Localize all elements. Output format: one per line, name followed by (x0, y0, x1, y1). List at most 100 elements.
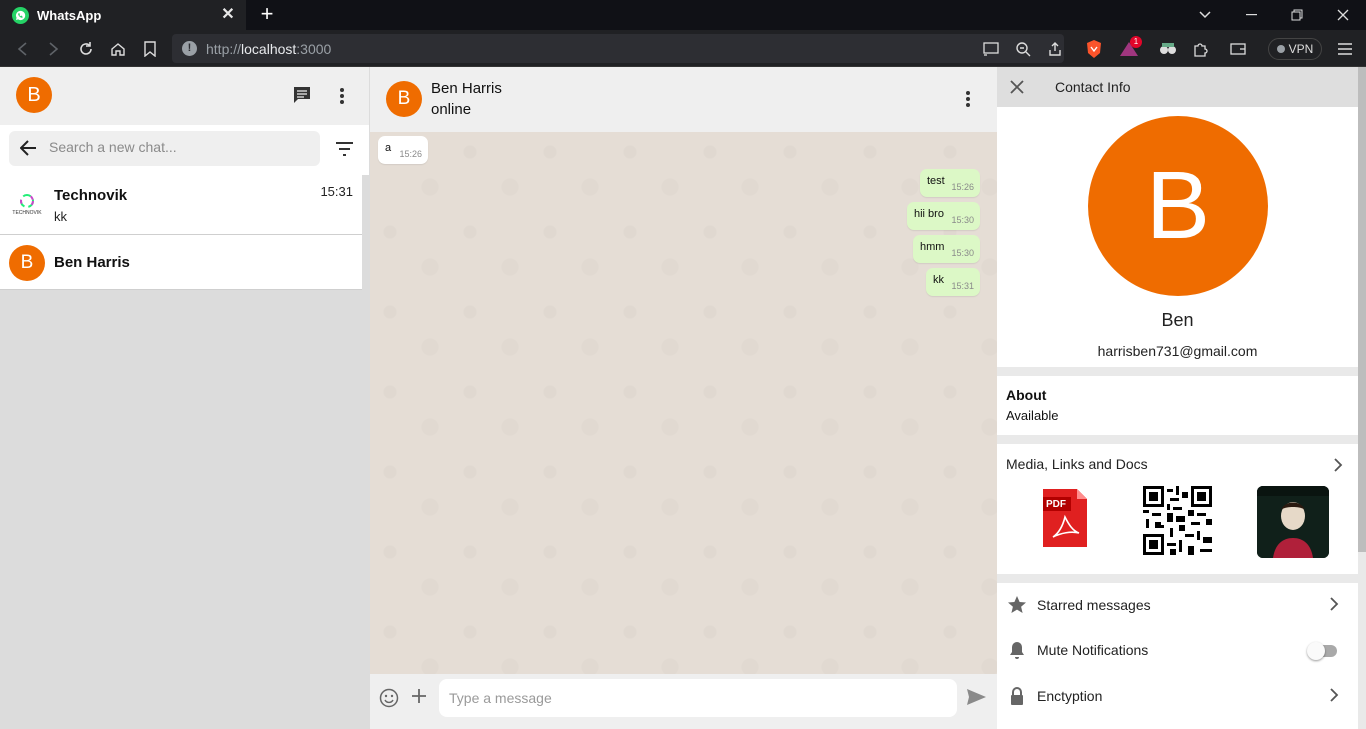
sidebar-header: B (0, 67, 369, 125)
starred-messages-option[interactable]: Starred messages (997, 583, 1358, 628)
chat-list-item[interactable]: B Ben Harris (0, 235, 362, 290)
message-time: 15:31 (951, 281, 974, 291)
technovik-logo: TECHNOVIK (10, 189, 44, 221)
conversation-header[interactable]: B Ben Harris online (370, 67, 997, 132)
back-icon[interactable] (11, 38, 33, 60)
pdf-thumbnail[interactable]: PDF (1043, 489, 1087, 547)
starred-messages-label: Starred messages (1037, 597, 1151, 613)
message-bubble-outgoing[interactable]: hii bro 15:30 (907, 202, 980, 230)
forward-icon[interactable] (43, 38, 65, 60)
bell-icon (1007, 640, 1027, 660)
hamburger-menu-icon[interactable] (1334, 38, 1356, 60)
search-box (9, 131, 320, 166)
bookmark-icon[interactable] (139, 38, 161, 60)
contact-info-header: Contact Info (997, 67, 1358, 107)
browser-toolbar: ! http://localhost:3000 1 VPN (0, 30, 1366, 67)
mute-toggle[interactable] (1307, 642, 1339, 660)
search-bar (0, 125, 369, 175)
message-time: 15:26 (399, 149, 422, 159)
contact-avatar[interactable]: B (386, 81, 422, 117)
contact-profile-card: B Ben harrisben731@gmail.com (997, 107, 1358, 367)
image-thumbnail[interactable] (1257, 486, 1329, 558)
new-tab-button[interactable]: + (256, 3, 278, 26)
address-bar[interactable]: ! http://localhost:3000 (172, 34, 1064, 63)
contact-info-email: harrisben731@gmail.com (1097, 343, 1258, 359)
tab-title: WhatsApp (37, 7, 102, 23)
search-input[interactable] (49, 139, 309, 155)
rewards-badge: 1 (1130, 36, 1142, 48)
message-bubble-outgoing[interactable]: hmm 15:30 (913, 235, 980, 263)
messages-area: a 15:26 test 15:26 hii bro 15:30 hmm 15:… (370, 132, 997, 674)
chat-name: Technovik (54, 187, 128, 204)
message-text: hii bro (914, 208, 944, 220)
zoom-icon[interactable] (1012, 38, 1034, 60)
back-arrow-icon[interactable] (19, 140, 37, 161)
whatsapp-favicon-icon (12, 6, 29, 24)
conversation-menu-icon[interactable] (959, 88, 977, 115)
scrollbar-thumb[interactable] (1358, 67, 1366, 552)
site-info-icon[interactable]: ! (182, 41, 197, 56)
message-bubble-outgoing[interactable]: kk 15:31 (926, 268, 980, 296)
star-icon (1007, 595, 1027, 615)
message-text: kk (933, 274, 944, 286)
close-window-button[interactable] (1320, 0, 1366, 30)
minimize-button[interactable] (1228, 0, 1274, 30)
media-chevron-icon[interactable] (1334, 458, 1343, 477)
message-text: hmm (920, 241, 945, 253)
qr-code-thumbnail[interactable] (1143, 486, 1212, 555)
about-value: Available (1006, 408, 1059, 423)
brave-shields-icon[interactable] (1083, 38, 1105, 60)
browser-tab-bar: WhatsApp ✕ + (0, 0, 1366, 30)
browser-tab[interactable]: WhatsApp ✕ (0, 0, 246, 30)
about-label: About (1006, 387, 1047, 403)
url-text: http://localhost:3000 (206, 41, 332, 57)
share-icon[interactable] (1044, 38, 1066, 60)
conversation-panel: B Ben Harris online a 15:26 test 15:26 h… (370, 67, 997, 729)
message-composer (370, 674, 997, 729)
chat-sidebar: B TECHNOVIK (0, 67, 370, 729)
attach-plus-icon[interactable] (411, 688, 427, 709)
mute-notifications-label: Mute Notifications (1037, 642, 1149, 658)
tab-close-icon[interactable]: ✕ (218, 5, 238, 25)
encryption-option[interactable]: Enctyption (997, 674, 1358, 719)
lock-icon (1007, 686, 1027, 706)
contact-info-title: Contact Info (1055, 79, 1131, 95)
message-bubble-incoming[interactable]: a 15:26 (378, 136, 428, 164)
message-text: a (385, 142, 392, 154)
home-icon[interactable] (107, 38, 129, 60)
extension-mask-icon[interactable] (1157, 38, 1179, 60)
brave-rewards-icon[interactable]: 1 (1118, 36, 1142, 60)
message-time: 15:30 (951, 248, 974, 258)
cast-icon[interactable] (980, 38, 1002, 60)
emoji-icon[interactable] (379, 688, 399, 713)
media-label: Media, Links and Docs (1006, 456, 1148, 472)
new-chat-icon[interactable] (292, 85, 314, 107)
close-icon[interactable] (1010, 80, 1024, 99)
sidebar-menu-icon[interactable] (333, 85, 351, 107)
vpn-button[interactable]: VPN (1268, 38, 1322, 60)
restore-button[interactable] (1274, 0, 1320, 30)
chat-avatar: B (9, 245, 45, 281)
reload-icon[interactable] (75, 38, 97, 60)
media-section: Media, Links and Docs PDF (997, 444, 1358, 574)
chevron-right-icon (1330, 688, 1344, 704)
message-input[interactable] (439, 679, 957, 717)
tab-search-chevron-icon[interactable] (1182, 0, 1228, 30)
contact-large-avatar: B (1088, 116, 1268, 296)
about-section: About Available (997, 376, 1358, 435)
chat-list-item[interactable]: TECHNOVIK Technovik kk 15:31 (0, 175, 362, 235)
pdf-label: PDF (1046, 499, 1066, 510)
scrollbar-track[interactable] (1358, 552, 1366, 729)
wallet-icon[interactable] (1227, 38, 1249, 60)
message-bubble-outgoing[interactable]: test 15:26 (920, 169, 980, 197)
technovik-logo-text: TECHNOVIK (12, 210, 42, 216)
filter-icon[interactable] (335, 142, 354, 161)
contact-info-panel: Contact Info B Ben harrisben731@gmail.co… (997, 67, 1366, 729)
chat-time: 15:31 (320, 184, 353, 199)
send-icon[interactable] (966, 688, 987, 711)
chat-last-message: kk (54, 209, 67, 224)
message-time: 15:30 (951, 215, 974, 225)
extensions-puzzle-icon[interactable] (1189, 38, 1211, 60)
user-avatar[interactable]: B (16, 77, 52, 113)
mute-notifications-option: Mute Notifications (997, 628, 1358, 673)
